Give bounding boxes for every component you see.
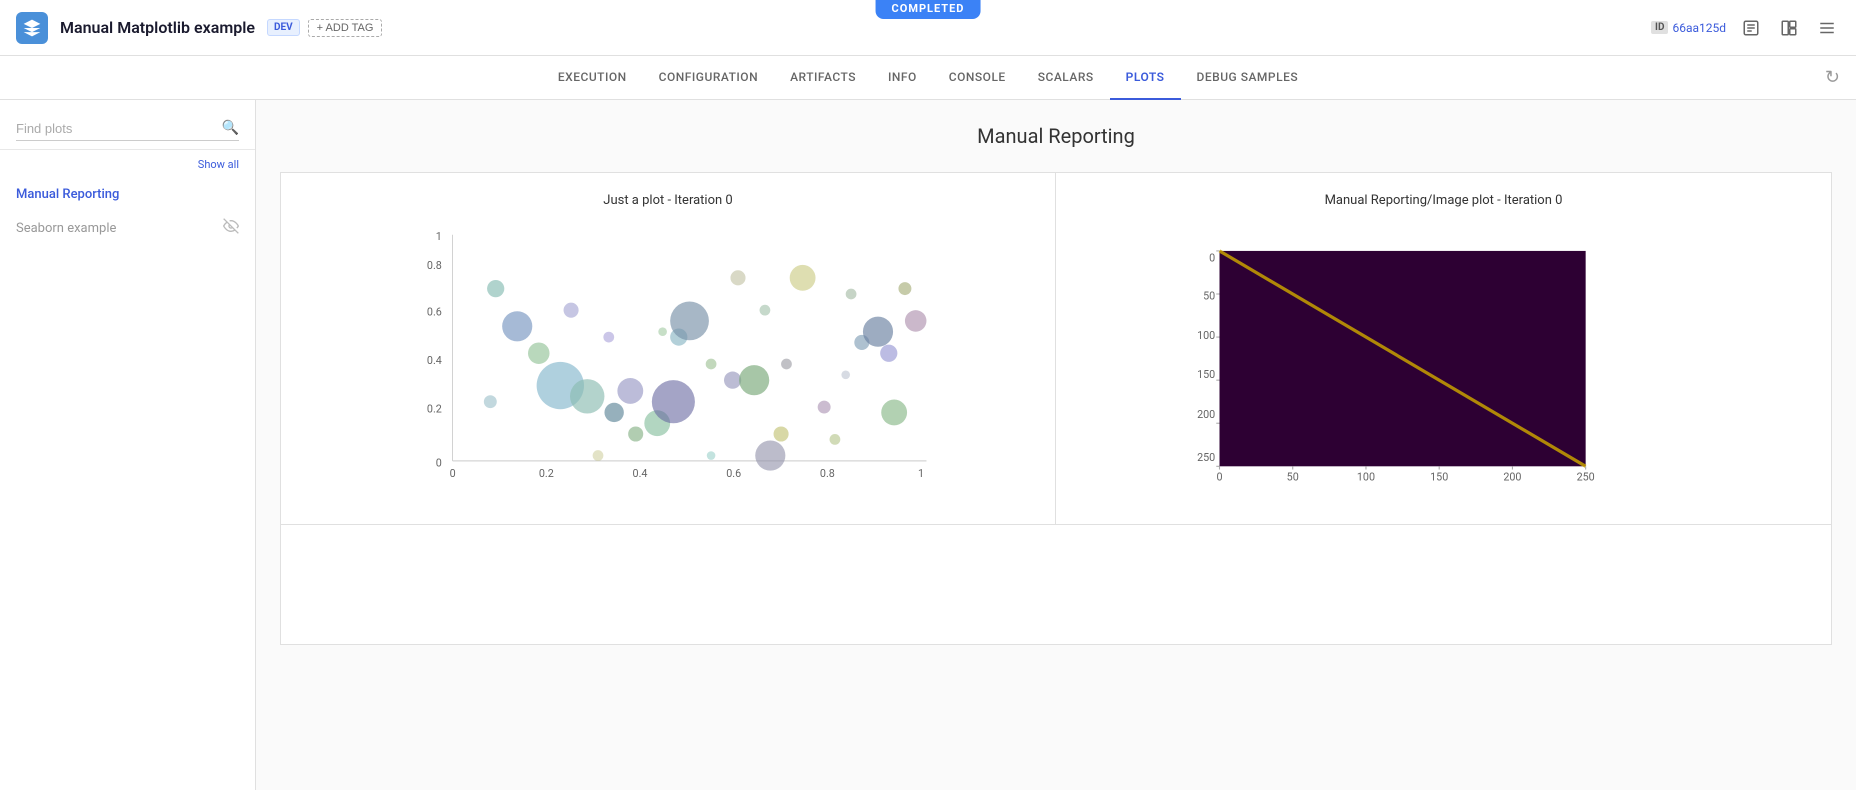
svg-text:200: 200	[1197, 408, 1215, 421]
search-container: 🔍	[0, 112, 255, 150]
svg-text:250: 250	[1577, 470, 1595, 483]
svg-text:1: 1	[918, 467, 924, 480]
tab-scalars[interactable]: SCALARS	[1022, 56, 1110, 100]
svg-text:250: 250	[1197, 451, 1215, 464]
plots-grid: Just a plot - Iteration 0 0 0.2 0.4 0.6 …	[280, 172, 1832, 525]
add-tag-button[interactable]: + ADD TAG	[308, 19, 383, 37]
content-area: Manual Reporting Just a plot - Iteration…	[256, 100, 1856, 790]
search-input-wrap: 🔍	[16, 120, 239, 141]
svg-text:0: 0	[1209, 252, 1215, 265]
svg-text:150: 150	[1197, 368, 1215, 381]
notes-icon-button[interactable]	[1738, 15, 1764, 41]
sidebar-show-all: Show all	[0, 154, 255, 179]
dev-tag: DEV	[267, 19, 300, 36]
svg-text:200: 200	[1503, 470, 1521, 483]
nav-tabs: EXECUTION CONFIGURATION ARTIFACTS INFO C…	[0, 56, 1856, 100]
eye-slash-icon	[223, 218, 239, 238]
sidebar-item-manual-reporting[interactable]: Manual Reporting	[0, 179, 255, 210]
matrix-container: 0 50 100 150 200 250 0 50 100 150 200 25…	[1076, 224, 1811, 504]
tab-debug-samples[interactable]: DEBUG SAMPLES	[1181, 56, 1315, 100]
task-id: ID 66aa125d	[1651, 21, 1726, 35]
svg-text:0: 0	[436, 456, 442, 469]
tab-configuration[interactable]: CONFIGURATION	[643, 56, 774, 100]
scatter-svg: 0 0.2 0.4 0.6 0.8 1 0 0.2 0.4 0.6 0.8 1	[301, 224, 1035, 504]
layout-icon-button[interactable]	[1776, 15, 1802, 41]
svg-text:0.2: 0.2	[427, 402, 442, 415]
id-label: ID	[1651, 21, 1668, 34]
logo-icon	[22, 18, 42, 38]
sidebar: 🔍 Show all Manual Reporting Seaborn exam…	[0, 100, 256, 790]
svg-text:0.8: 0.8	[820, 467, 835, 480]
svg-text:0.6: 0.6	[726, 467, 741, 480]
svg-text:0.6: 0.6	[427, 306, 442, 319]
tab-console[interactable]: CONSOLE	[933, 56, 1022, 100]
main-layout: 🔍 Show all Manual Reporting Seaborn exam…	[0, 100, 1856, 790]
search-input[interactable]	[16, 121, 222, 136]
svg-text:100: 100	[1357, 470, 1375, 483]
top-header: Manual Matplotlib example DEV + ADD TAG …	[0, 0, 1856, 56]
menu-icon-button[interactable]	[1814, 15, 1840, 41]
header-right: ID 66aa125d	[1651, 15, 1840, 41]
id-value: 66aa125d	[1672, 21, 1726, 35]
svg-text:0.4: 0.4	[633, 467, 648, 480]
tab-execution[interactable]: EXECUTION	[542, 56, 643, 100]
svg-text:50: 50	[1203, 289, 1215, 302]
completed-badge: COMPLETED	[876, 0, 981, 19]
app-logo	[16, 12, 48, 44]
sidebar-item-label: Seaborn example	[16, 221, 116, 236]
show-all-link[interactable]: Show all	[198, 158, 239, 171]
tab-artifacts[interactable]: ARTIFACTS	[774, 56, 872, 100]
svg-text:0: 0	[1216, 470, 1222, 483]
app-title: Manual Matplotlib example	[60, 18, 255, 37]
svg-text:0.8: 0.8	[427, 259, 442, 272]
sidebar-item-label: Manual Reporting	[16, 187, 119, 202]
scatter-container: 0 0.2 0.4 0.6 0.8 1 0 0.2 0.4 0.6 0.8 1	[301, 224, 1035, 504]
svg-text:0.4: 0.4	[427, 354, 442, 367]
matrix-plot-title: Manual Reporting/Image plot - Iteration …	[1076, 193, 1811, 208]
svg-text:150: 150	[1430, 470, 1448, 483]
svg-text:100: 100	[1197, 329, 1215, 342]
scatter-plot-cell: Just a plot - Iteration 0 0 0.2 0.4 0.6 …	[281, 173, 1056, 524]
svg-text:0.2: 0.2	[539, 467, 554, 480]
tab-info[interactable]: INFO	[872, 56, 933, 100]
refresh-icon-button[interactable]: ↻	[1825, 67, 1840, 88]
svg-text:0: 0	[450, 467, 456, 480]
tab-plots[interactable]: PLOTS	[1110, 56, 1181, 100]
svg-text:1: 1	[436, 230, 442, 243]
menu-icon	[1818, 19, 1836, 37]
page-title: Manual Reporting	[280, 124, 1832, 148]
matrix-svg: 0 50 100 150 200 250 0 50 100 150 200 25…	[1076, 224, 1811, 504]
notes-icon	[1742, 19, 1760, 37]
search-icon: 🔍	[222, 120, 239, 136]
sidebar-item-seaborn-example[interactable]: Seaborn example	[0, 210, 255, 246]
layout-icon	[1780, 19, 1798, 37]
empty-plots-row	[280, 525, 1832, 645]
matrix-plot-cell: Manual Reporting/Image plot - Iteration …	[1056, 173, 1831, 524]
svg-text:50: 50	[1287, 470, 1299, 483]
scatter-plot-title: Just a plot - Iteration 0	[301, 193, 1035, 208]
